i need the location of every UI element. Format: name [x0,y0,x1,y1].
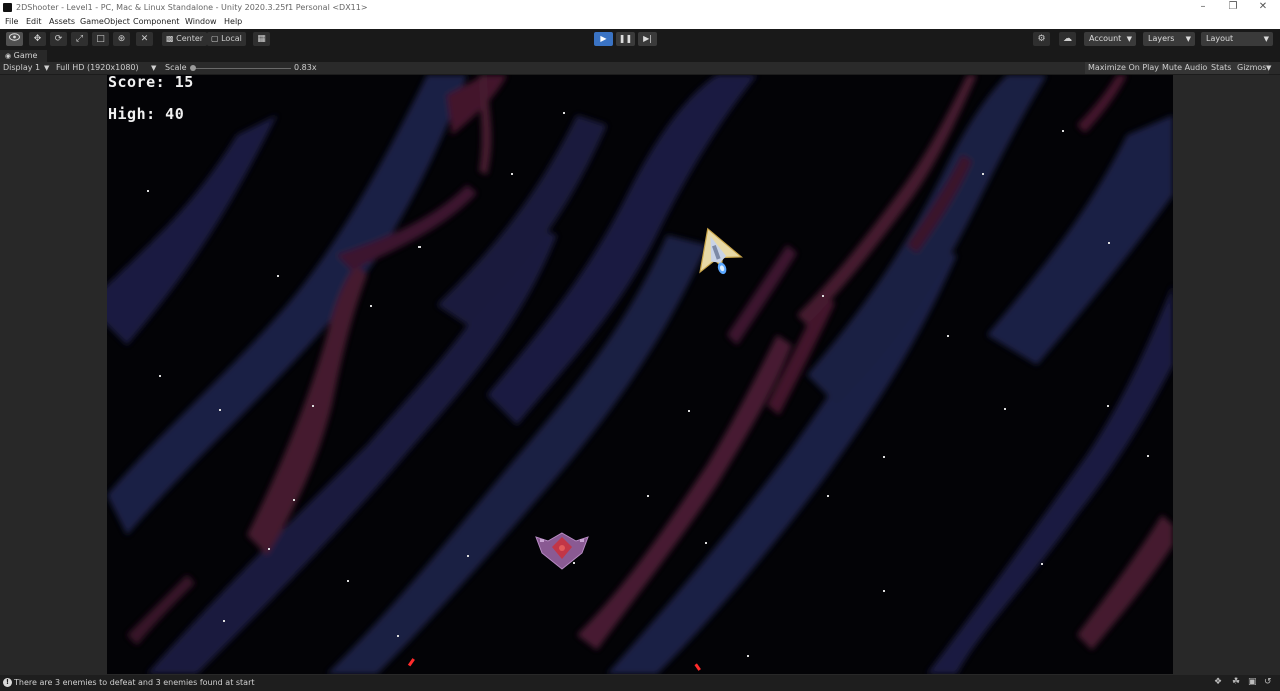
pivot-icon: ▩ [166,34,174,43]
menu-file[interactable]: File [5,17,18,26]
grid-icon: ▦ [257,34,266,44]
layout-label: Layout [1206,34,1234,43]
play-button[interactable]: ▶ [594,32,613,46]
move-tool-button[interactable]: ✥ [29,32,46,46]
scale-tool-button[interactable]: ⤢ [71,32,88,46]
progress-icon[interactable]: ❖ [1214,677,1222,687]
scale-value: 0.83x [294,63,317,72]
move-icon: ✥ [33,34,42,44]
bug-icon[interactable]: ☘ [1232,677,1240,687]
chevron-down-icon: ▼ [151,64,157,72]
layers-label: Layers [1148,34,1175,43]
minimize-icon[interactable]: – [1196,1,1210,13]
auto-generate-icon[interactable]: ↺ [1264,677,1272,687]
menu-window[interactable]: Window [185,17,217,26]
rect-icon: □ [96,34,105,44]
chevron-down-icon: ▼ [1263,35,1269,43]
transform-tool-button[interactable]: ⊛ [113,32,130,46]
menu-bar: File Edit Assets GameObject Component Wi… [0,16,1280,29]
eye-icon [9,33,20,41]
chevron-down-icon: ▼ [44,64,50,72]
cube-icon: ▢ [211,34,219,43]
unity-logo-icon [3,3,12,12]
gamepad-icon: ◉ [5,52,12,60]
title-bar: 2DShooter - Level1 - PC, Mac & Linux Sta… [0,0,1280,16]
status-message[interactable]: There are 3 enemies to defeat and 3 enem… [14,678,255,687]
restore-icon[interactable]: ❐ [1226,1,1240,13]
menu-assets[interactable]: Assets [49,17,75,26]
high-score-text: High: 40 [108,105,185,123]
tab-strip [0,49,1280,62]
scale-label: Scale [165,63,187,72]
layers-dropdown[interactable]: Layers ▼ [1143,32,1195,46]
cache-icon[interactable]: ▣ [1248,677,1257,687]
status-bar: ! There are 3 enemies to defeat and 3 en… [0,675,1280,691]
step-button[interactable]: ▶| [638,32,657,46]
mute-audio-toggle[interactable]: Mute Audio [1159,62,1211,74]
close-icon[interactable]: ✕ [1256,1,1270,13]
rect-tool-button[interactable]: □ [92,32,109,46]
pivot-toggle[interactable]: ▩ Center [162,32,208,46]
gizmos-dropdown[interactable]: Gizmos [1234,62,1270,74]
score-text: Score: 15 [108,75,194,91]
rotate-icon: ⟳ [54,34,63,44]
tab-game-label: Game [13,51,38,60]
main-toolbar: ✥ ⟳ ⤢ □ ⊛ ✕ ▩ Center ▢ Local ▦ ▶ ❚❚ ▶| ⚙… [0,29,1280,49]
account-label: Account [1089,34,1122,43]
chevron-down-icon: ▼ [1126,35,1132,43]
tab-game[interactable]: ◉ Game [0,50,47,62]
space-label: Local [221,34,242,43]
services-button[interactable]: ⚙ [1033,32,1050,46]
gear-icon: ⚙ [1037,34,1046,44]
menu-edit[interactable]: Edit [26,17,42,26]
menu-help[interactable]: Help [224,17,242,26]
collab-button[interactable]: ☁ [1059,32,1076,46]
game-view-toolbar: Display 1 ▼ Full HD (1920x1080) ▼ Scale … [0,62,1280,75]
scale-slider-track[interactable] [193,68,291,69]
custom-tool-button[interactable]: ✕ [136,32,153,46]
maximize-on-play-toggle[interactable]: Maximize On Play [1085,62,1163,74]
step-icon: ▶| [643,34,652,43]
space-toggle[interactable]: ▢ Local [207,32,246,46]
pivot-label: Center [176,34,204,43]
menu-gameobject[interactable]: GameObject [80,17,130,26]
game-viewport[interactable]: Score: 15 High: 40 [107,75,1173,674]
rotate-tool-button[interactable]: ⟳ [50,32,67,46]
menu-component[interactable]: Component [133,17,179,26]
cloud-icon: ☁ [1063,34,1072,44]
display-dropdown[interactable]: Display 1 [3,63,40,73]
pause-icon: ❚❚ [618,34,633,43]
resolution-dropdown[interactable]: Full HD (1920x1080) [56,63,139,73]
account-dropdown[interactable]: Account ▼ [1084,32,1136,46]
chevron-down-icon: ▼ [1266,64,1272,72]
space-background [107,75,1173,674]
tools-icon: ✕ [140,34,149,44]
chevron-down-icon: ▼ [1185,35,1191,43]
info-icon: ! [3,678,12,687]
layout-dropdown[interactable]: Layout ▼ [1201,32,1273,46]
play-icon: ▶ [600,34,607,43]
grid-snap-button[interactable]: ▦ [253,32,270,46]
scale-slider-handle[interactable] [190,65,196,71]
view-tool-button[interactable] [6,32,23,46]
transform-icon: ⊛ [117,34,126,44]
pause-button[interactable]: ❚❚ [616,32,635,46]
window-title: 2DShooter - Level1 - PC, Mac & Linux Sta… [16,3,368,12]
stats-toggle[interactable]: Stats [1208,62,1235,74]
scale-icon: ⤢ [75,34,84,44]
